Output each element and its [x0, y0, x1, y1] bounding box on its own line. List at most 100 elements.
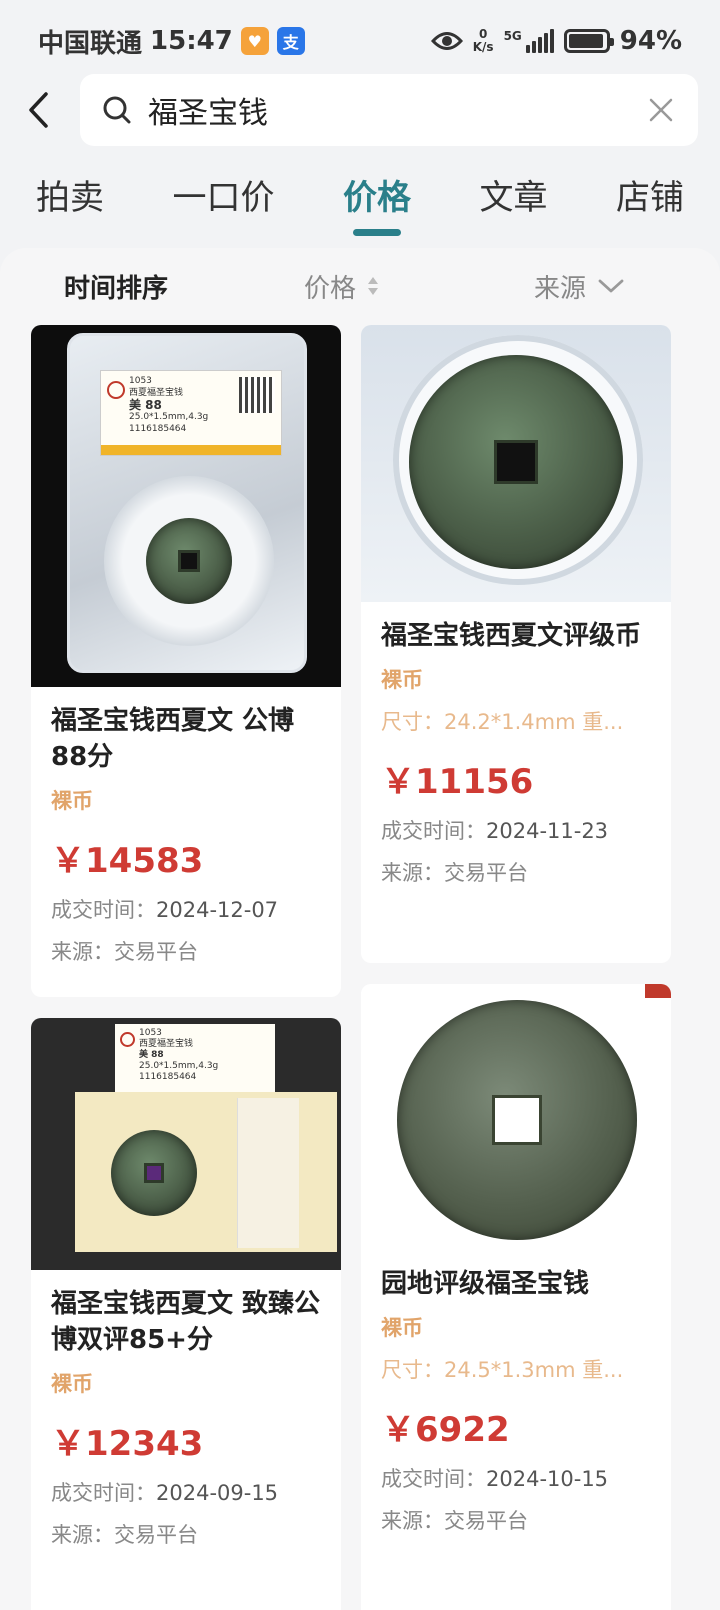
listing-source: 来源：交易平台: [51, 936, 321, 966]
deal-time-value: 2024-09-15: [156, 1481, 279, 1505]
tab-price[interactable]: 价格: [343, 170, 411, 240]
slab-strip: [101, 445, 281, 455]
close-icon: [649, 98, 673, 122]
watermark-stamp-icon: [645, 984, 671, 998]
coin-image: [409, 355, 623, 569]
deal-time: 成交时间：2024-11-23: [381, 815, 651, 845]
chevron-down-icon: [598, 279, 624, 293]
listing-info: 福圣宝钱西夏文 公博88分 裸币 ￥14583 成交时间：2024-12-07 …: [31, 687, 341, 966]
listing-title: 园地评级福圣宝钱: [381, 1269, 590, 1299]
deal-time: 成交时间：2024-12-07: [51, 894, 321, 924]
slab-text: 1116185464: [129, 424, 187, 434]
network-speed: 0 K/s: [473, 28, 494, 54]
deal-time-label: 成交时间：: [381, 819, 486, 843]
sort-arrows-icon: [368, 277, 379, 295]
deal-time: 成交时间：2024-10-15: [381, 1463, 651, 1493]
chevron-left-icon: [29, 92, 48, 128]
listing-image[interactable]: 1053 西夏福圣宝钱 美 88 25.0*1.5mm,4.3g 1116185…: [31, 325, 341, 687]
listing-source: 来源：交易平台: [381, 857, 651, 887]
listing-tag: 裸币: [381, 1316, 423, 1340]
price-sort-label: 价格: [304, 273, 357, 304]
deal-time-value: 2024-10-15: [486, 1467, 609, 1491]
deal-time-label: 成交时间：: [51, 1481, 156, 1505]
app-notification-icon: ♥: [240, 27, 269, 55]
source-value: 交易平台: [444, 861, 528, 885]
deal-time: 成交时间：2024-09-15: [51, 1477, 321, 1507]
tab-auction[interactable]: 拍卖: [36, 170, 104, 240]
listing-tag: 裸币: [381, 668, 423, 692]
slab-text: 美 88: [139, 1050, 164, 1060]
eye-icon: [430, 32, 463, 50]
tab-fixed-price[interactable]: 一口价: [173, 170, 275, 240]
status-left: 中国联通 15:47 ♥ 支: [38, 23, 305, 60]
slab-text: 1116185464: [139, 1072, 197, 1082]
listing-price: ￥6922: [381, 1410, 510, 1450]
listing-price: ￥14583: [51, 841, 204, 881]
listing-image[interactable]: [361, 325, 671, 602]
slab-logo-icon: [107, 381, 125, 399]
deal-time-value: 2024-11-23: [486, 819, 609, 843]
listing-size: 尺寸：24.2*1.4mm 重...: [381, 710, 624, 734]
slab-text: 25.0*1.5mm,4.3g: [139, 1061, 219, 1071]
battery-icon: [563, 29, 614, 53]
certificate-label: [237, 1098, 299, 1248]
carrier-label: 中国联通: [38, 28, 143, 59]
source-label: 来源：: [381, 1509, 444, 1533]
slab-label: 1053 西夏福圣宝钱 美 88 25.0*1.5mm,4.3g 1116185…: [100, 370, 282, 456]
status-right: 0 K/s 5G 94%: [430, 26, 682, 56]
listing-size: 尺寸：24.5*1.3mm 重...: [381, 1358, 624, 1382]
tab-articles[interactable]: 文章: [480, 170, 548, 240]
search-query: 福圣宝钱: [148, 96, 268, 131]
source-filter-dropdown[interactable]: 来源: [534, 268, 624, 305]
listing-tag: 裸币: [51, 789, 93, 813]
search-icon: [103, 96, 131, 124]
search-input[interactable]: 福圣宝钱: [80, 74, 698, 146]
search-row: 福圣宝钱: [0, 74, 720, 146]
listing-title: 福圣宝钱西夏文 公博88分: [51, 706, 295, 772]
listing-info: 园地评级福圣宝钱 裸币 尺寸：24.5*1.3mm 重... ￥6922 成交时…: [361, 1250, 671, 1535]
coin-image: [146, 518, 232, 604]
battery-level: 94%: [619, 26, 682, 56]
source-label: 来源：: [381, 861, 444, 885]
clear-search-button[interactable]: [646, 95, 676, 125]
slab-text: 西夏福圣宝钱: [139, 1039, 194, 1049]
deal-time-value: 2024-12-07: [156, 898, 279, 922]
slab-label: 1053 西夏福圣宝钱 美 88 25.0*1.5mm,4.3g 1116185…: [115, 1024, 275, 1094]
listing-card[interactable]: 1053 西夏福圣宝钱 美 88 25.0*1.5mm,4.3g 1116185…: [31, 1018, 341, 1610]
source-value: 交易平台: [114, 1523, 198, 1547]
listing-card[interactable]: 福圣宝钱西夏文评级币 裸币 尺寸：24.2*1.4mm 重... ￥11156 …: [361, 325, 671, 963]
listing-info: 福圣宝钱西夏文 致臻公博双评85+分 裸币 ￥12343 成交时间：2024-0…: [31, 1270, 341, 1549]
listing-image[interactable]: 1053 西夏福圣宝钱 美 88 25.0*1.5mm,4.3g 1116185…: [31, 1018, 341, 1270]
listing-source: 来源：交易平台: [381, 1505, 651, 1535]
deal-time-label: 成交时间：: [381, 1467, 486, 1491]
network-speed-unit: K/s: [472, 40, 494, 54]
back-button[interactable]: [26, 80, 66, 140]
listing-title: 福圣宝钱西夏文评级币: [381, 621, 642, 651]
listing-info: 福圣宝钱西夏文评级币 裸币 尺寸：24.2*1.4mm 重... ￥11156 …: [361, 602, 671, 887]
filter-bar: 时间排序 价格 来源: [0, 248, 720, 324]
listing-card[interactable]: 园地评级福圣宝钱 裸币 尺寸：24.5*1.3mm 重... ￥6922 成交时…: [361, 984, 671, 1610]
listing-tag: 裸币: [51, 1372, 93, 1396]
source-label: 来源：: [51, 1523, 114, 1547]
deal-time-label: 成交时间：: [51, 898, 156, 922]
listing-title: 福圣宝钱西夏文 致臻公博双评85+分: [51, 1289, 321, 1355]
graded-coin-slab: 1053 西夏福圣宝钱 美 88 25.0*1.5mm,4.3g 1116185…: [67, 333, 307, 673]
listing-price: ￥11156: [381, 762, 534, 802]
source-value: 交易平台: [114, 940, 198, 964]
signal-strength-icon: 5G: [504, 29, 554, 53]
source-filter-label: 来源: [534, 273, 587, 304]
status-bar: 中国联通 15:47 ♥ 支 0 K/s 5G 94%: [0, 0, 720, 82]
slab-text: 1053: [139, 1028, 162, 1038]
source-value: 交易平台: [444, 1509, 528, 1533]
sort-by-price-button[interactable]: 价格: [304, 268, 534, 305]
slab-logo-icon: [120, 1032, 135, 1047]
listing-source: 来源：交易平台: [51, 1519, 321, 1549]
listing-card[interactable]: 1053 西夏福圣宝钱 美 88 25.0*1.5mm,4.3g 1116185…: [31, 325, 341, 997]
tab-shops[interactable]: 店铺: [616, 170, 684, 240]
source-label: 来源：: [51, 940, 114, 964]
listing-image[interactable]: [361, 984, 671, 1250]
coin-image: [111, 1130, 197, 1216]
sort-by-time-button[interactable]: 时间排序: [64, 268, 304, 305]
clock: 15:47: [150, 26, 233, 56]
alipay-notification-icon: 支: [276, 27, 305, 55]
